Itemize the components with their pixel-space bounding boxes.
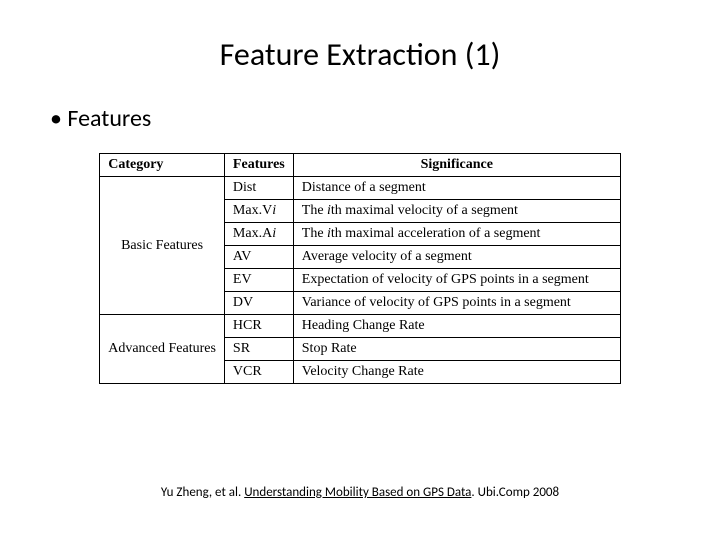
feature-cell: DV <box>224 292 293 315</box>
table-row: Advanced Features HCR Heading Change Rat… <box>100 315 621 338</box>
significance-cell: Variance of velocity of GPS points in a … <box>293 292 620 315</box>
header-features: Features <box>224 154 293 177</box>
significance-cell: Velocity Change Rate <box>293 361 620 384</box>
significance-cell: Expectation of velocity of GPS points in… <box>293 269 620 292</box>
category-basic: Basic Features <box>100 177 225 315</box>
significance-cell: Distance of a segment <box>293 177 620 200</box>
category-advanced: Advanced Features <box>100 315 225 384</box>
header-significance: Significance <box>293 154 620 177</box>
header-category: Category <box>100 154 225 177</box>
feature-cell: AV <box>224 246 293 269</box>
feature-cell: VCR <box>224 361 293 384</box>
citation-prefix: Yu Zheng, et al. <box>161 485 244 500</box>
significance-cell: The ith maximal acceleration of a segmen… <box>293 223 620 246</box>
feature-cell: Max.Vi <box>224 200 293 223</box>
features-table: Category Features Significance Basic Fea… <box>99 153 621 384</box>
citation-link: Understanding Mobility Based on GPS Data <box>244 485 471 500</box>
feature-cell: HCR <box>224 315 293 338</box>
significance-cell: Stop Rate <box>293 338 620 361</box>
citation: Yu Zheng, et al. Understanding Mobility … <box>0 485 720 500</box>
feature-cell: Dist <box>224 177 293 200</box>
citation-suffix: . Ubi.Comp 2008 <box>471 485 559 500</box>
feature-cell: Max.Ai <box>224 223 293 246</box>
significance-cell: Heading Change Rate <box>293 315 620 338</box>
feature-cell: EV <box>224 269 293 292</box>
bullet-features: Features <box>50 104 680 133</box>
table-header-row: Category Features Significance <box>100 154 621 177</box>
table-row: Basic Features Dist Distance of a segmen… <box>100 177 621 200</box>
feature-cell: SR <box>224 338 293 361</box>
significance-cell: Average velocity of a segment <box>293 246 620 269</box>
significance-cell: The ith maximal velocity of a segment <box>293 200 620 223</box>
slide-title: Feature Extraction (1) <box>40 35 680 74</box>
